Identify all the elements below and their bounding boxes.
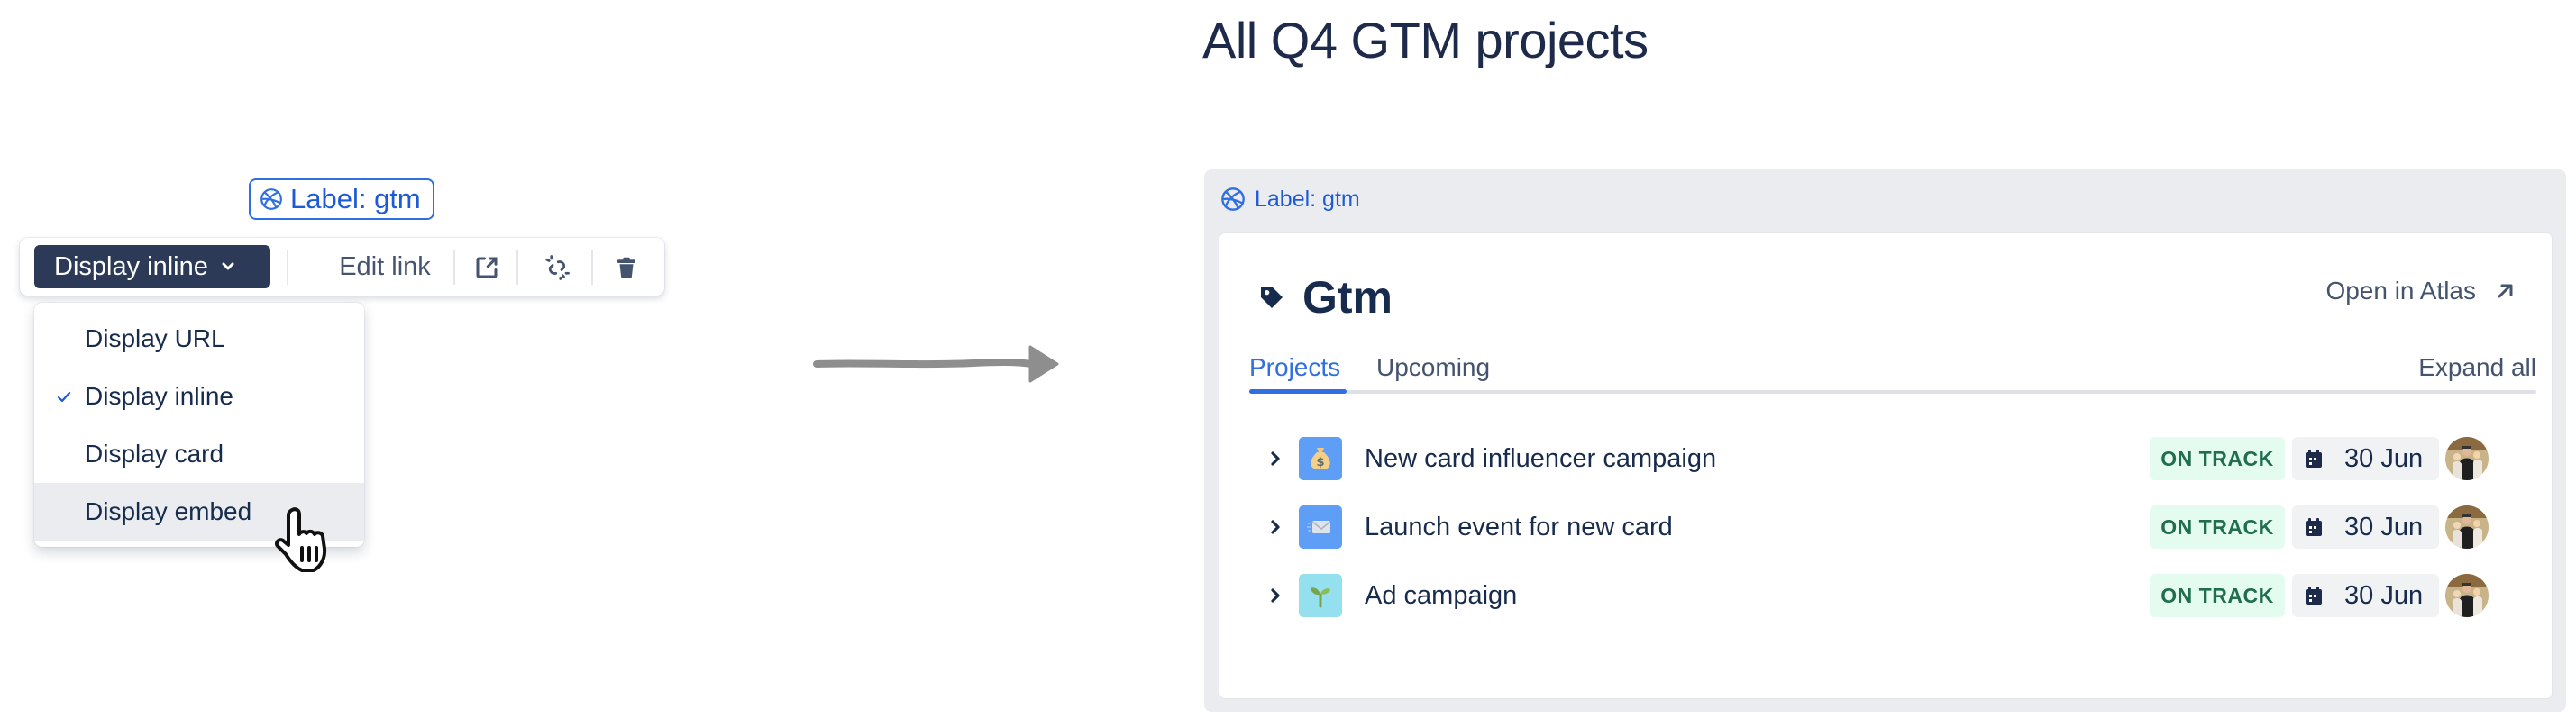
embed-card: Gtm Open in Atlas Projects Upcoming Expa… [1219, 233, 2552, 698]
unlink-button[interactable] [540, 250, 574, 285]
toolbar-divider [453, 250, 455, 285]
menu-item-display-inline[interactable]: Display inline [34, 368, 364, 425]
avatar-photo [2445, 505, 2489, 549]
arrow-up-right-icon [2498, 284, 2513, 298]
trash-icon [617, 257, 635, 278]
edit-link-label: Edit link [339, 251, 431, 281]
project-row[interactable]: $ New card influencer campaign ON TRACK … [1219, 432, 2552, 486]
inline-smart-link[interactable]: Label: gtm [249, 178, 434, 220]
avatar-photo [2445, 574, 2489, 617]
avatar[interactable] [2445, 437, 2489, 480]
seedling-icon [1311, 587, 1330, 608]
tab-label: Projects [1249, 353, 1341, 381]
link-toolbar: Display inline Edit link [20, 238, 664, 296]
toolbar-divider [516, 250, 518, 285]
avatar-photo [2445, 437, 2489, 480]
menu-item-display-url[interactable]: Display URL [34, 310, 364, 368]
display-mode-label: Display inline [54, 251, 208, 281]
checkmark-icon [57, 391, 71, 403]
delete-button[interactable] [609, 250, 644, 285]
globe-icon [260, 188, 282, 210]
chevron-down-icon [222, 262, 234, 270]
chevron-right-icon[interactable] [1266, 587, 1284, 605]
toolbar-divider [591, 250, 593, 285]
menu-item-label: Display URL [85, 324, 225, 352]
menu-item-label: Display card [85, 440, 224, 468]
tab-upcoming[interactable]: Upcoming [1376, 349, 1490, 387]
due-date-text: 30 Jun [2344, 512, 2424, 541]
due-date: 30 Jun [2292, 437, 2439, 480]
calendar-icon [2306, 587, 2322, 605]
display-mode-dropdown-button[interactable]: Display inline [34, 245, 270, 288]
project-row[interactable]: Launch event for new card ON TRACK 30 Ju… [1219, 500, 2552, 554]
avatar[interactable] [2445, 505, 2489, 549]
transition-arrow-icon [813, 345, 1059, 383]
tab-label: Upcoming [1376, 353, 1491, 381]
due-date-text: 30 Jun [2344, 443, 2424, 473]
due-date: 30 Jun [2292, 574, 2439, 617]
inline-link-label: Label: gtm [290, 183, 421, 214]
due-date: 30 Jun [2292, 505, 2439, 549]
project-name[interactable]: New card influencer campaign [1365, 432, 1716, 486]
money-bag-icon: $ [1311, 448, 1330, 469]
toolbar-divider [287, 250, 288, 285]
project-icon: $ [1299, 437, 1342, 480]
calendar-icon [2306, 518, 2322, 536]
embed-label-text: Label: gtm [1255, 186, 1360, 212]
open-in-atlas-label: Open in Atlas [2325, 277, 2476, 305]
chevron-right-icon[interactable] [1266, 450, 1284, 468]
tag-icon [1261, 287, 1283, 308]
project-name[interactable]: Ad campaign [1365, 569, 1517, 623]
tab-bar: Projects Upcoming Expand all [1249, 349, 2536, 394]
edit-link-button[interactable]: Edit link [317, 245, 452, 288]
project-row[interactable]: Ad campaign ON TRACK 30 Jun [1219, 569, 2552, 623]
embed-source-link[interactable]: Label: gtm [1220, 186, 1360, 213]
globe-icon [1221, 187, 1245, 211]
menu-item-label: Display inline [85, 382, 233, 410]
chevron-right-icon[interactable] [1266, 518, 1284, 536]
active-tab-indicator [1249, 389, 1347, 394]
open-in-new-window-icon [476, 257, 498, 278]
status-lozenge: ON TRACK [2150, 437, 2285, 480]
project-name[interactable]: Launch event for new card [1365, 500, 1673, 554]
project-icon [1299, 505, 1342, 549]
page-title: All Q4 GTM projects [1202, 12, 1649, 68]
svg-text:$: $ [1316, 456, 1324, 469]
card-header: Gtm [1257, 271, 1393, 323]
expand-all-button[interactable]: Expand all [2418, 349, 2536, 387]
menu-item-label: Display embed [85, 497, 252, 525]
project-icon [1299, 574, 1342, 617]
menu-item-display-card[interactable]: Display card [34, 425, 364, 483]
open-in-atlas-link[interactable]: Open in Atlas [2325, 277, 2514, 305]
tab-divider [1249, 390, 2536, 394]
expand-all-label: Expand all [2418, 353, 2536, 381]
open-in-new-window-button[interactable] [470, 250, 504, 285]
hand-pointer-cursor-icon [274, 507, 327, 572]
card-title: Gtm [1302, 272, 1393, 323]
calendar-icon [2306, 450, 2322, 468]
unlink-icon [545, 255, 570, 280]
envelope-icon [1307, 521, 1331, 533]
due-date-text: 30 Jun [2344, 580, 2424, 610]
status-lozenge: ON TRACK [2150, 505, 2285, 549]
tab-projects[interactable]: Projects [1249, 349, 1340, 387]
status-lozenge: ON TRACK [2150, 574, 2285, 617]
avatar[interactable] [2445, 574, 2489, 617]
embed-frame: Label: gtm Gtm Open in Atlas Projects Up… [1204, 169, 2566, 712]
